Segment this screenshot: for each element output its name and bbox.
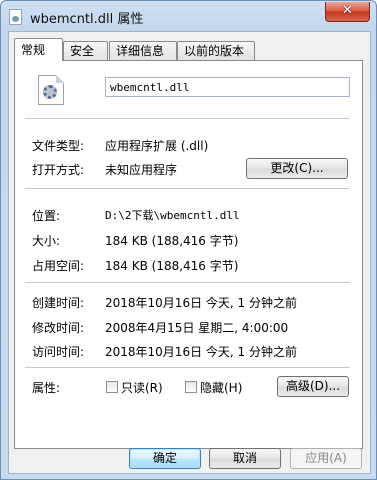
filename-field[interactable]: wbemcntl.dll	[105, 77, 350, 97]
size-on-disk-label: 占用空间:	[32, 259, 85, 273]
ok-button[interactable]: 确定	[129, 448, 201, 469]
close-button[interactable]: ✕	[325, 2, 370, 22]
dll-gear-file-icon	[38, 75, 64, 105]
accessed-value: 2018年10月16日 今天, 1 分钟之前	[105, 345, 297, 359]
advanced-button[interactable]: 高级(D)...	[277, 376, 349, 397]
modified-label: 修改时间:	[32, 321, 85, 335]
created-label: 创建时间:	[32, 296, 85, 310]
size-label: 大小:	[32, 234, 61, 248]
accessed-label: 访问时间:	[32, 345, 85, 359]
hidden-checkbox[interactable]	[185, 381, 197, 393]
file-type-value: 应用程序扩展 (.dll)	[105, 139, 209, 153]
created-value: 2018年10月16日 今天, 1 分钟之前	[105, 296, 297, 310]
dll-file-icon	[9, 9, 22, 25]
window-title: wbemcntl.dll 属性	[30, 12, 144, 27]
location-label: 位置:	[32, 209, 61, 223]
readonly-checkbox[interactable]	[106, 381, 118, 393]
size-on-disk-value: 184 KB (188,416 字节)	[105, 259, 239, 273]
opens-with-value: 未知应用程序	[105, 163, 178, 177]
hidden-label[interactable]: 隐藏(H)	[200, 379, 242, 396]
separator	[25, 367, 350, 368]
modified-value: 2008年4月15日 星期二, 4:00:00	[105, 321, 289, 335]
change-button[interactable]: 更改(C)...	[246, 158, 348, 179]
separator	[25, 118, 350, 119]
gear-icon	[43, 85, 57, 99]
general-tab-panel: wbemcntl.dll 文件类型: 应用程序扩展 (.dll) 打开方式: 未…	[14, 60, 363, 449]
tab-general[interactable]: 常规	[14, 38, 63, 61]
properties-window: wbemcntl.dll 属性 ✕ 常规 安全 详细信息 以前的版本 wbemc…	[0, 0, 377, 480]
readonly-label[interactable]: 只读(R)	[121, 379, 163, 396]
separator	[25, 282, 350, 283]
size-value: 184 KB (188,416 字节)	[105, 234, 239, 248]
location-value: D:\2下载\wbemcntl.dll	[105, 209, 240, 222]
cancel-button[interactable]: 取消	[209, 448, 281, 469]
tab-previous-versions[interactable]: 以前的版本	[177, 41, 255, 60]
separator	[25, 188, 350, 189]
tab-security[interactable]: 安全	[63, 41, 108, 60]
apply-button[interactable]: 应用(A)	[290, 448, 362, 469]
tab-details[interactable]: 详细信息	[109, 41, 177, 60]
title-bar[interactable]: wbemcntl.dll 属性 ✕	[1, 1, 376, 31]
file-type-label: 文件类型:	[32, 139, 85, 153]
opens-with-label: 打开方式:	[32, 163, 85, 177]
dialog-client-area: 常规 安全 详细信息 以前的版本 wbemcntl.dll 文件类型: 应用程序…	[8, 31, 371, 474]
attributes-label: 属性:	[32, 381, 61, 395]
